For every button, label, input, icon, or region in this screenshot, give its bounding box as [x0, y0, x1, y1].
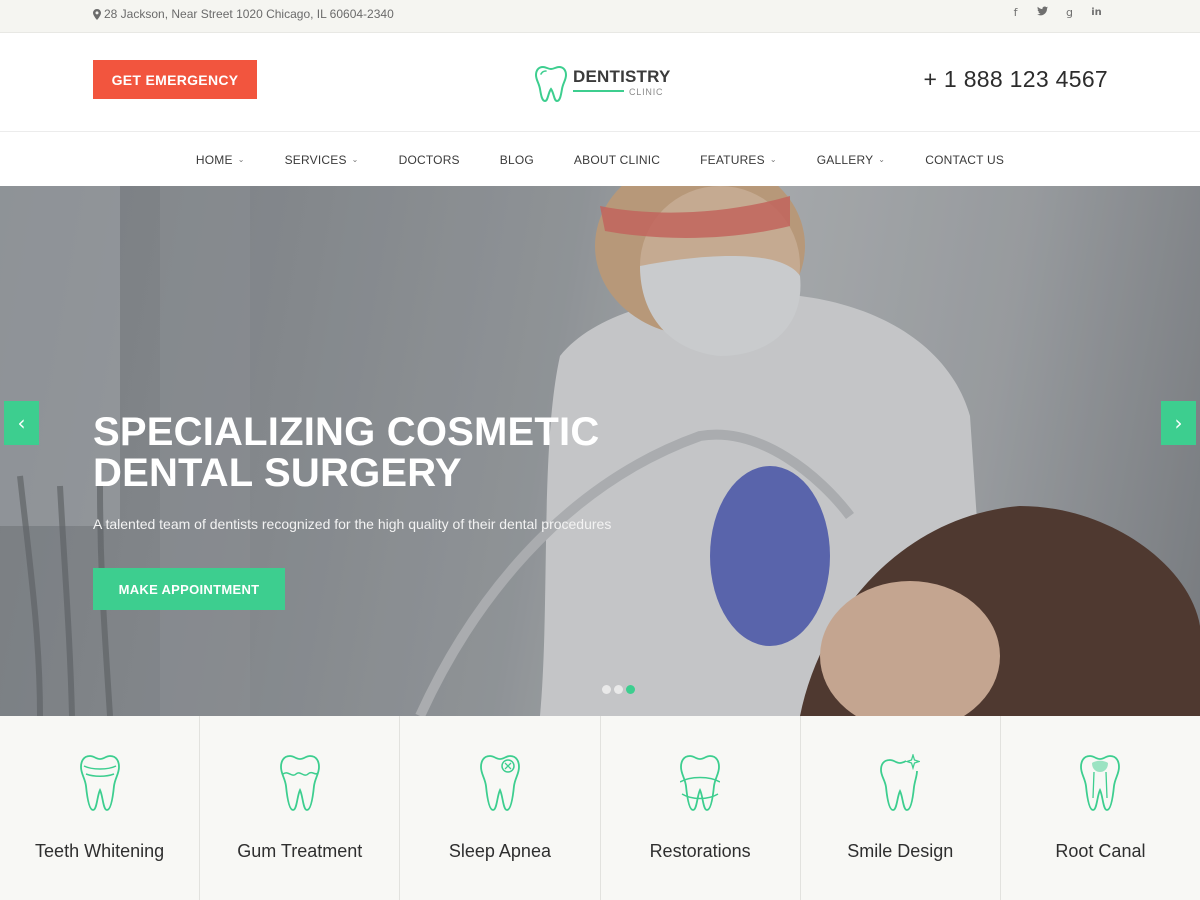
google-plus-icon[interactable]: g [1064, 6, 1075, 20]
service-smile-design[interactable]: Smile Design [801, 716, 1001, 900]
chevron-down-icon: ⌄ [878, 155, 886, 164]
logo-subtitle: CLINIC [629, 87, 664, 97]
service-sleep-apnea[interactable]: Sleep Apnea [400, 716, 601, 900]
chevron-down-icon: ⌄ [769, 155, 777, 164]
chevron-down-icon: ⌄ [237, 155, 245, 164]
logo-divider [573, 90, 624, 92]
services-strip: Teeth Whitening Gum Treatment Sleep Apne… [0, 716, 1200, 900]
service-label: Root Canal [1055, 841, 1146, 861]
logo-name: DENTISTRY [573, 67, 671, 86]
slider-prev-button[interactable]: ‹ [4, 401, 39, 445]
tooth-whitening-icon [79, 755, 120, 811]
tooth-gum-icon [279, 755, 320, 811]
hero-title-line-2: DENTAL SURGERY [93, 451, 462, 495]
service-restorations[interactable]: Restorations [601, 716, 801, 900]
chevron-left-icon: ‹ [17, 411, 26, 435]
service-root-canal[interactable]: Root Canal [1001, 716, 1200, 900]
facebook-icon[interactable]: f [1010, 6, 1021, 20]
service-gum-treatment[interactable]: Gum Treatment [200, 716, 401, 900]
chevron-down-icon: ⌄ [351, 155, 359, 164]
service-label: Restorations [649, 841, 751, 861]
service-label: Gum Treatment [237, 841, 363, 861]
tooth-restoration-icon [680, 755, 721, 811]
slider-next-button[interactable]: › [1161, 401, 1196, 445]
nav-item-contact-us[interactable]: CONTACT US [925, 153, 1004, 167]
nav-item-home[interactable]: HOME ⌄ [196, 153, 245, 167]
linkedin-icon[interactable]: in [1091, 6, 1102, 20]
chevron-right-icon: › [1174, 411, 1183, 435]
logo[interactable]: DENTISTRY CLINIC [535, 65, 670, 105]
hero-title-line-1: SPECIALIZING COSMETIC [93, 410, 600, 454]
tooth-logo-icon [535, 65, 567, 103]
service-label: Teeth Whitening [35, 841, 165, 861]
nav-item-doctors[interactable]: DOCTORS [399, 153, 460, 167]
service-label: Smile Design [847, 841, 954, 861]
tooth-root-canal-icon [1080, 755, 1121, 811]
slider-dot-3[interactable] [626, 685, 635, 694]
nav-item-features[interactable]: FEATURES ⌄ [700, 153, 777, 167]
hero-description: A talented team of dentists recognized f… [93, 516, 612, 532]
top-bar: 28 Jackson, Near Street 1020 Chicago, IL… [0, 0, 1200, 33]
social-links: f g in [1010, 6, 1102, 20]
nav-item-about-clinic[interactable]: ABOUT CLINIC [574, 153, 660, 167]
service-label: Sleep Apnea [448, 841, 551, 861]
slider-dot-2[interactable] [614, 685, 623, 694]
service-teeth-whitening[interactable]: Teeth Whitening [0, 716, 201, 900]
slider-dot-1[interactable] [602, 685, 611, 694]
hero-slider: SPECIALIZING COSMETIC DENTAL SURGERY A t… [0, 186, 1200, 716]
phone-number[interactable]: + 1 888 123 4567 [924, 66, 1109, 93]
nav-item-gallery[interactable]: GALLERY ⌄ [817, 153, 885, 167]
slider-dots [602, 685, 635, 694]
twitter-icon[interactable] [1037, 6, 1048, 20]
address-text: 28 Jackson, Near Street 1020 Chicago, IL… [104, 7, 394, 21]
map-pin-icon [93, 8, 101, 20]
hero-title: SPECIALIZING COSMETIC DENTAL SURGERY [93, 412, 653, 494]
make-appointment-button[interactable]: MAKE APPOINTMENT [93, 568, 285, 610]
tooth-sparkle-icon [880, 754, 921, 811]
main-nav: HOME ⌄ SERVICES ⌄ DOCTORS BLOG ABOUT CLINI… [0, 133, 1200, 186]
get-emergency-button[interactable]: GET EMERGENCY [93, 60, 257, 99]
tooth-sleep-icon [480, 755, 520, 811]
address: 28 Jackson, Near Street 1020 Chicago, IL… [93, 7, 394, 21]
nav-item-services[interactable]: SERVICES ⌄ [285, 153, 359, 167]
site-header: GET EMERGENCY DENTISTRY CLINIC + 1 888 1… [0, 33, 1200, 132]
nav-item-blog[interactable]: BLOG [500, 153, 534, 167]
